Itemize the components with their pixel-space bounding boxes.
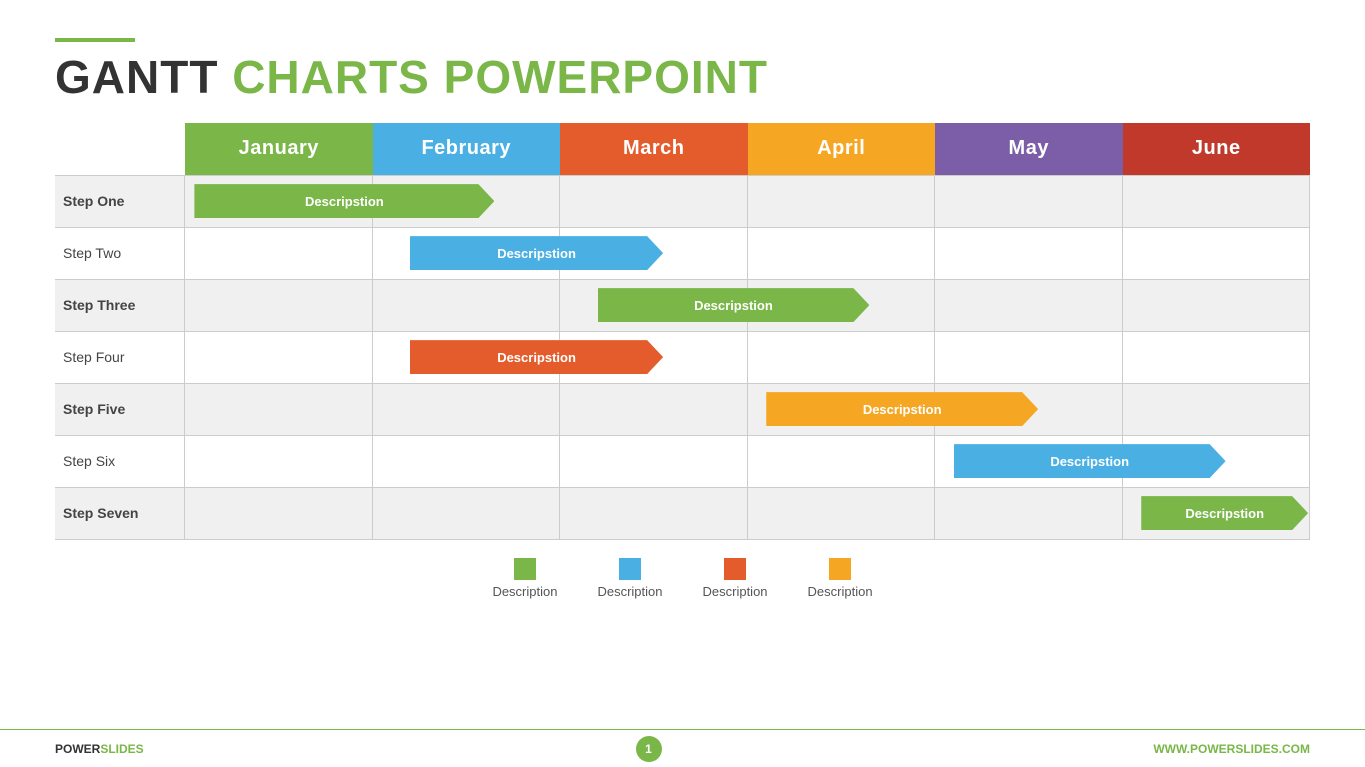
gantt-cell (748, 176, 936, 227)
gantt-bar: Descripstion (410, 340, 663, 374)
gantt-cell (748, 488, 936, 539)
gantt-cells: Descripstion (185, 228, 1310, 279)
gantt-row: Step Seven Descripstion (55, 488, 1310, 540)
footer: POWERSLIDES 1 WWW.POWERSLIDES.COM (0, 729, 1365, 767)
footer-brand: POWERSLIDES (55, 742, 144, 756)
gantt-cell (935, 488, 1123, 539)
legend-color-box (619, 558, 641, 580)
footer-slides: SLIDES (100, 742, 143, 756)
gantt-cell (373, 488, 561, 539)
gantt-cells: Descripstion (185, 176, 1310, 227)
gantt-cell (1123, 280, 1311, 331)
gantt-cell (373, 436, 561, 487)
page-title: GANTT CHARTS POWERPOINT (55, 52, 1310, 103)
gantt-cell (185, 488, 373, 539)
gantt-cell (748, 228, 936, 279)
gantt-cell (560, 176, 748, 227)
row-label-step-three: Step Three (55, 280, 185, 331)
gantt-bar: Descripstion (194, 184, 494, 218)
header-accent-line (55, 38, 135, 42)
title-rest: CHARTS POWERPOINT (232, 51, 768, 103)
row-label-step-four: Step Four (55, 332, 185, 383)
header: GANTT CHARTS POWERPOINT (0, 0, 1365, 113)
gantt-cells: Descripstion (185, 280, 1310, 331)
gantt-cell (935, 228, 1123, 279)
gantt-cell (560, 384, 748, 435)
legend-item: Description (597, 558, 662, 599)
title-gantt: GANTT (55, 51, 218, 103)
legend-label: Description (597, 584, 662, 599)
gantt-cell (373, 280, 561, 331)
gantt-bar: Descripstion (1141, 496, 1308, 530)
legend-color-box (829, 558, 851, 580)
gantt-cell (185, 384, 373, 435)
gantt-cell (185, 332, 373, 383)
gantt-row: Step Five Descripstion (55, 384, 1310, 436)
month-march: March (560, 123, 748, 175)
footer-page-number: 1 (636, 736, 662, 762)
chart-area: January February March April May June St… (0, 113, 1365, 540)
gantt-row: Step Two Descripstion (55, 228, 1310, 280)
gantt-cell (560, 488, 748, 539)
gantt-cell (1123, 176, 1311, 227)
gantt-cells: Descripstion (185, 488, 1310, 539)
gantt-row: Step Six Descripstion (55, 436, 1310, 488)
gantt-bar: Descripstion (766, 392, 1038, 426)
row-label-step-six: Step Six (55, 436, 185, 487)
legend-color-box (724, 558, 746, 580)
gantt-row: Step Four Descripstion (55, 332, 1310, 384)
legend-label: Description (492, 584, 557, 599)
gantt-cell (1123, 384, 1311, 435)
gantt-cell (185, 228, 373, 279)
gantt-cell (935, 176, 1123, 227)
slide: GANTT CHARTS POWERPOINT January February… (0, 0, 1365, 767)
legend-item: Description (492, 558, 557, 599)
month-january: January (185, 123, 373, 175)
legend-item: Description (808, 558, 873, 599)
gantt-cell (748, 332, 936, 383)
row-label-step-five: Step Five (55, 384, 185, 435)
month-april: April (748, 123, 936, 175)
gantt-cell (560, 436, 748, 487)
footer-website: WWW.POWERSLIDES.COM (1153, 742, 1310, 756)
gantt-bar: Descripstion (954, 444, 1226, 478)
gantt-cells: Descripstion (185, 384, 1310, 435)
gantt-cell (373, 384, 561, 435)
legend-label: Description (808, 584, 873, 599)
gantt-row: Step One Descripstion (55, 176, 1310, 228)
gantt-table: Step One Descripstion Step Two Descripstion… (55, 175, 1310, 540)
gantt-cells: Descripstion (185, 332, 1310, 383)
month-header-row: January February March April May June (185, 123, 1310, 175)
gantt-cell (748, 436, 936, 487)
gantt-bar: Descripstion (410, 236, 663, 270)
month-june: June (1123, 123, 1311, 175)
gantt-cells: Descripstion (185, 436, 1310, 487)
gantt-cell (185, 436, 373, 487)
row-label-step-one: Step One (55, 176, 185, 227)
legend: Description Description Description Descrip… (0, 558, 1365, 599)
gantt-cell (935, 332, 1123, 383)
month-may: May (935, 123, 1123, 175)
row-label-step-seven: Step Seven (55, 488, 185, 539)
gantt-row: Step Three Descripstion (55, 280, 1310, 332)
gantt-cell (1123, 228, 1311, 279)
legend-item: Description (703, 558, 768, 599)
gantt-bar: Descripstion (598, 288, 870, 322)
gantt-cell (185, 280, 373, 331)
footer-power: POWER (55, 742, 100, 756)
legend-color-box (514, 558, 536, 580)
month-february: February (373, 123, 561, 175)
gantt-cell (1123, 332, 1311, 383)
row-label-step-two: Step Two (55, 228, 185, 279)
gantt-cell (935, 280, 1123, 331)
legend-label: Description (703, 584, 768, 599)
